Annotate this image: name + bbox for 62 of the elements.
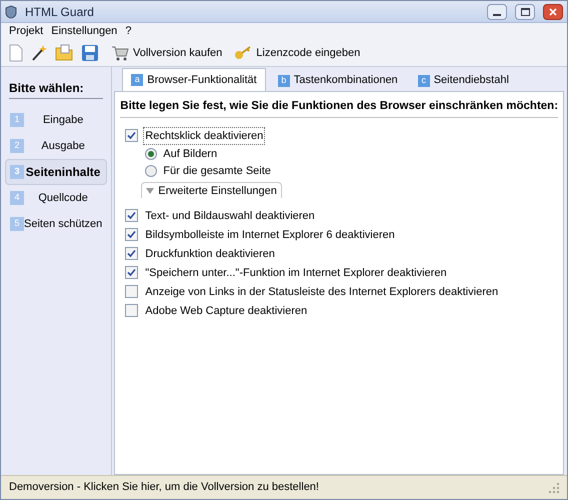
tab[interactable]: c Seitendiebstahl <box>410 70 517 91</box>
close-icon <box>549 8 557 16</box>
radio-label: Auf Bildern <box>163 146 218 162</box>
checkbox-label: Anzeige von Links in der Statusleiste des Internet Explorers deaktivieren <box>144 284 500 300</box>
tab-letter: c <box>418 74 430 86</box>
tab-letter: a <box>131 74 144 86</box>
checkbox[interactable] <box>125 247 138 260</box>
menu-item[interactable]: Einstellungen <box>51 23 118 40</box>
magic-wand-icon[interactable] <box>31 44 47 62</box>
tab[interactable]: b Tastenkombinationen <box>270 70 406 91</box>
step-label: Seiten schützen <box>24 216 102 232</box>
step-label: Seiteninhalte <box>24 164 102 181</box>
tab-letter: b <box>278 74 290 86</box>
checkbox[interactable] <box>125 304 138 318</box>
checkbox[interactable] <box>125 266 138 280</box>
checkbox-label: Text- und Bildauswahl deaktivieren <box>144 208 316 224</box>
step-label: Ausgabe <box>40 138 86 154</box>
sidebar-item[interactable]: 1 Eingabe <box>5 107 108 133</box>
checkbox[interactable] <box>125 228 138 242</box>
step-number: 5 <box>10 217 24 231</box>
toolbar-button[interactable]: Lizenzcode eingeben <box>234 44 360 62</box>
key-icon <box>234 45 252 61</box>
step-number: 3 <box>10 165 24 179</box>
checkbox[interactable] <box>125 129 138 142</box>
step-label: Eingabe <box>42 112 84 128</box>
radio-button[interactable] <box>145 164 158 177</box>
status-text[interactable]: Demoversion - Klicken Sie hier, um die Vollversion zu bestellen! <box>9 479 549 496</box>
sidebar-item[interactable]: 2 Ausgabe <box>5 133 108 159</box>
window-title: HTML Guard <box>25 4 95 20</box>
resize-grip-icon[interactable] <box>549 482 559 492</box>
step-number: 1 <box>10 113 24 127</box>
checkbox-label: Adobe Web Capture deaktivieren <box>144 304 308 318</box>
step-label: Quellcode <box>37 190 89 206</box>
minimize-button[interactable] <box>487 4 507 20</box>
menu-item[interactable]: Projekt <box>9 23 44 40</box>
expander-toggle[interactable]: Erweiterte Einstellungen <box>141 182 282 198</box>
sidebar-item[interactable]: 3 Seiteninhalte <box>5 159 108 185</box>
sidebar-title: Bitte wählen: <box>9 79 104 99</box>
shopping-cart-icon <box>111 45 129 61</box>
shield-icon <box>5 4 17 18</box>
menu-item[interactable]: ? <box>125 23 132 40</box>
sidebar-item[interactable]: 4 Quellcode <box>5 185 108 211</box>
maximize-button[interactable] <box>515 4 535 20</box>
checkbox[interactable] <box>125 285 138 298</box>
checkbox-label: Druckfunktion deaktivieren <box>144 246 276 262</box>
radio-button[interactable] <box>145 148 158 160</box>
caret-icon <box>146 188 154 194</box>
folder-icon[interactable] <box>55 44 73 62</box>
checkbox-label: Bildsymbolleiste im Internet Explorer 6 deaktivieren <box>144 228 396 242</box>
minimize-icon <box>493 14 501 16</box>
step-number: 2 <box>10 139 24 153</box>
step-number: 4 <box>10 191 24 205</box>
checkbox[interactable] <box>125 209 138 222</box>
checkbox-label: "Speichern unter..."-Funktion im Internet Explorer deaktivieren <box>144 266 448 280</box>
toolbar-button[interactable]: Vollversion kaufen <box>111 44 222 62</box>
maximize-icon <box>520 8 530 16</box>
radio-label: Für die gesamte Seite <box>163 164 271 178</box>
close-button[interactable] <box>543 4 563 20</box>
tab[interactable]: a Browser-Funktionalität <box>122 68 266 91</box>
checkbox-label: Rechtsklick deaktivieren <box>144 128 264 144</box>
sidebar-item[interactable]: 5 Seiten schützen <box>5 211 108 237</box>
section-heading: Bitte legen Sie fest, wie Sie die Funktionen des Browser einschränken möchten: <box>120 98 558 118</box>
